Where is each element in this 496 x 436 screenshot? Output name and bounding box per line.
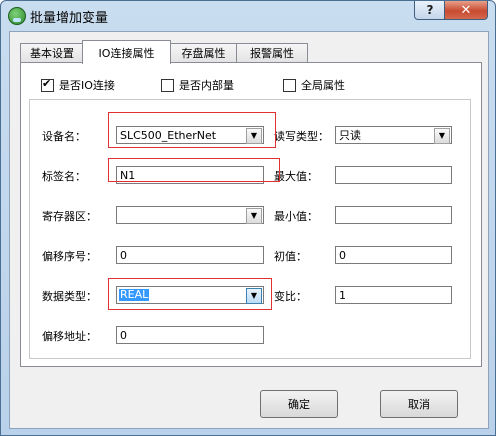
datatype-value: REAL [119,288,150,301]
tag-input[interactable]: N1 [116,166,264,184]
device-value: SLC500_EtherNet [120,129,217,142]
datatype-label: 数据类型： [42,290,97,303]
offset-addr-input[interactable]: 0 [116,326,264,344]
dialog-body: 基本设置 IO连接属性 存盘属性 报警属性 是否IO连接 是否内部量 全局属性 … [9,31,489,429]
register-select[interactable]: ▼ [116,206,264,224]
help-button[interactable]: ? [414,1,446,20]
global-attr-checkbox[interactable]: 全局属性 [283,77,345,93]
datatype-select[interactable]: REAL ▼ [116,286,264,304]
ratio-input[interactable]: 1 [335,286,452,304]
tag-label: 标签名： [42,170,86,183]
init-label: 初值： [274,250,307,263]
title-bar[interactable]: 批量增加变量 ? ✕ [1,1,495,29]
app-icon [8,7,26,25]
dialog-window: 批量增加变量 ? ✕ 基本设置 IO连接属性 存盘属性 报警属性 是否IO连接 … [0,0,496,436]
checkbox-box[interactable] [283,78,296,92]
io-connect-label: 是否IO连接 [59,79,115,92]
io-connect-checkbox[interactable]: 是否IO连接 [41,77,115,93]
device-label: 设备名： [42,130,86,143]
device-select[interactable]: SLC500_EtherNet ▼ [116,126,264,144]
offset-input[interactable]: 0 [116,246,264,264]
chevron-down-icon[interactable]: ▼ [246,208,262,224]
io-properties-group: 设备名： 标签名： 寄存器区： 偏移序号： 数据类型： 偏移地址： SLC500… [29,99,471,359]
io-connection-panel: 是否IO连接 是否内部量 全局属性 设备名： 标签名： 寄存器区： 偏移序号： … [20,62,482,367]
window-title: 批量增加变量 [30,11,109,26]
global-attr-label: 全局属性 [301,79,345,92]
register-label: 寄存器区： [42,210,97,223]
min-label: 最小值： [274,210,318,223]
rw-value: 只读 [339,129,361,142]
tab-alarm[interactable]: 报警属性 [236,43,308,62]
rw-label: 读写类型： [274,130,329,143]
cancel-button[interactable]: 取消 [380,390,458,418]
ratio-label: 变比： [274,290,307,303]
chevron-down-icon[interactable]: ▼ [246,288,262,304]
ok-button[interactable]: 确定 [260,390,338,418]
init-input[interactable]: 0 [335,246,452,264]
offset-label: 偏移序号： [42,250,97,263]
offset-addr-label: 偏移地址： [42,330,97,343]
max-label: 最大值： [274,170,318,183]
tab-basic-settings[interactable]: 基本设置 [20,43,84,62]
chevron-down-icon[interactable]: ▼ [246,128,262,144]
internal-var-label: 是否内部量 [179,79,234,92]
chevron-down-icon[interactable]: ▼ [434,128,450,144]
checkbox-box[interactable] [161,78,174,92]
max-input[interactable] [335,166,452,184]
tab-io-connection[interactable]: IO连接属性 [82,40,171,64]
rw-select[interactable]: 只读 ▼ [335,126,452,144]
internal-var-checkbox[interactable]: 是否内部量 [161,77,234,93]
close-button[interactable]: ✕ [444,1,488,20]
checkbox-box[interactable] [41,77,54,92]
tab-storage[interactable]: 存盘属性 [169,43,238,62]
min-input[interactable] [335,206,452,224]
